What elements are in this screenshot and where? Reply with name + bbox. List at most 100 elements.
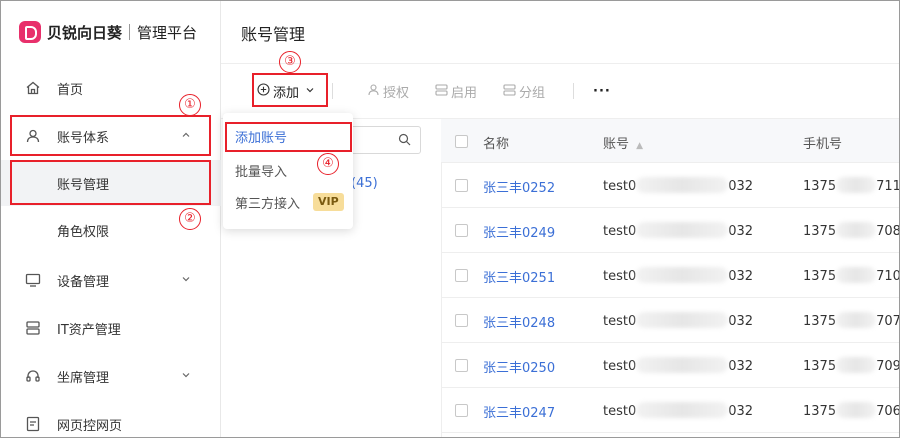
page-title: 账号管理 — [241, 25, 306, 44]
row-checkbox[interactable] — [455, 224, 468, 237]
account-name-link[interactable]: 张三丰0249 — [483, 222, 555, 241]
user-icon — [367, 83, 380, 100]
group-button-label: 分组 — [519, 85, 546, 101]
account-suffix: 032 — [728, 359, 754, 374]
monitor-icon — [24, 271, 42, 289]
account-cell: test0 032 — [603, 312, 753, 329]
group-count[interactable]: (45) — [351, 176, 378, 191]
brand-divider — [129, 24, 131, 40]
annotation-box-4 — [225, 122, 352, 152]
redacted-blur — [836, 357, 877, 373]
annotation-number-2: ② — [179, 208, 201, 230]
sidebar-item-agent-management[interactable]: 坐席管理 — [1, 353, 221, 399]
annotation-number-4: ④ — [317, 153, 339, 175]
enable-button[interactable]: 启用 — [435, 81, 477, 101]
redacted-blur — [836, 177, 877, 193]
account-suffix: 032 — [728, 179, 754, 194]
group-button[interactable]: 分组 — [503, 81, 545, 101]
header-divider — [221, 63, 899, 64]
row-checkbox[interactable] — [455, 404, 468, 417]
row-checkbox[interactable] — [455, 269, 468, 282]
account-name-link[interactable]: 张三丰0250 — [483, 357, 555, 376]
phone-prefix: 1375 — [803, 179, 837, 194]
menu-item-third-party[interactable]: 第三方接入 VIP — [223, 187, 353, 217]
account-name-link[interactable]: 张三丰0247 — [483, 402, 555, 421]
phone-prefix: 1375 — [803, 269, 837, 284]
phone-suffix: 706 — [876, 404, 900, 419]
account-prefix: test0 — [603, 404, 637, 419]
column-header-name: 名称 — [483, 137, 510, 152]
table-row: 张三丰0252 test0 032 1375 711 — [441, 163, 900, 208]
redacted-blur — [636, 357, 729, 373]
row-checkbox[interactable] — [455, 314, 468, 327]
select-all-checkbox[interactable] — [455, 135, 468, 148]
annotation-box-3 — [252, 73, 328, 107]
phone-prefix: 1375 — [803, 224, 837, 239]
more-button[interactable]: ··· — [593, 81, 611, 101]
phone-cell: 1375 711 — [803, 177, 900, 194]
redacted-blur — [636, 267, 729, 283]
row-checkbox[interactable] — [455, 359, 468, 372]
column-header-account[interactable]: 账号 ▲ — [603, 133, 643, 152]
annotation-box-2 — [10, 160, 211, 205]
column-header-label: 账号 — [603, 137, 630, 152]
account-prefix: test0 — [603, 269, 637, 284]
account-cell: test0 032 — [603, 402, 753, 419]
sidebar-item-device-management[interactable]: 设备管理 — [1, 257, 221, 303]
menu-item-label: 第三方接入 — [235, 196, 301, 212]
redacted-blur — [636, 177, 729, 193]
table-row: 张三丰0248 test0 032 1375 707 — [441, 298, 900, 343]
account-suffix: 032 — [728, 269, 754, 284]
annotation-number-1: ① — [179, 94, 201, 116]
phone-prefix: 1375 — [803, 404, 837, 419]
authorize-button[interactable]: 授权 — [367, 81, 409, 101]
group-icon — [503, 83, 516, 100]
phone-cell: 1375 707 — [803, 312, 900, 329]
row-checkbox[interactable] — [455, 179, 468, 192]
annotation-box-1 — [10, 115, 211, 156]
sidebar-item-label: 角色权限 — [57, 224, 110, 240]
chevron-down-icon — [181, 370, 191, 383]
toggle-icon — [435, 83, 448, 100]
sidebar-item-label: 坐席管理 — [57, 370, 110, 386]
table-row: 张三丰0250 test0 032 1375 709 — [441, 343, 900, 388]
phone-suffix: 707 — [876, 314, 900, 329]
account-name-link[interactable]: 张三丰0252 — [483, 177, 555, 196]
sidebar-item-web-control[interactable]: 网页控网页 — [1, 401, 221, 437]
account-prefix: test0 — [603, 179, 637, 194]
sidebar-item-it-assets[interactable]: IT资产管理 — [1, 305, 221, 351]
redacted-blur — [636, 402, 729, 418]
redacted-blur — [836, 222, 877, 238]
phone-cell: 1375 709 — [803, 357, 900, 374]
search-icon — [398, 133, 411, 149]
account-prefix: test0 — [603, 224, 637, 239]
redacted-blur — [636, 312, 729, 328]
phone-suffix: 709 — [876, 359, 900, 374]
account-cell: test0 032 — [603, 177, 753, 194]
enable-button-label: 启用 — [451, 85, 478, 101]
account-cell: test0 032 — [603, 267, 753, 284]
account-name-link[interactable]: 张三丰0251 — [483, 267, 555, 286]
annotation-number-3: ③ — [279, 51, 301, 73]
sidebar-item-label: IT资产管理 — [57, 322, 121, 338]
brand-name: 贝锐向日葵 — [47, 23, 123, 42]
web-page-icon — [24, 415, 42, 433]
sort-icon[interactable]: ▲ — [636, 141, 643, 151]
brand-logo-icon — [19, 21, 41, 43]
phone-suffix: 708 — [876, 224, 900, 239]
toolbar-divider — [332, 83, 333, 99]
redacted-blur — [836, 402, 877, 418]
redacted-blur — [836, 267, 877, 283]
account-prefix: test0 — [603, 314, 637, 329]
phone-cell: 1375 706 — [803, 402, 900, 419]
phone-suffix: 711 — [876, 179, 900, 194]
phone-cell: 1375 708 — [803, 222, 900, 239]
account-name-link[interactable]: 张三丰0248 — [483, 312, 555, 331]
account-prefix: test0 — [603, 359, 637, 374]
redacted-blur — [836, 312, 877, 328]
group-search-input[interactable] — [349, 126, 421, 154]
column-header-phone: 手机号 — [803, 137, 843, 152]
account-cell: test0 032 — [603, 357, 753, 374]
brand-logo[interactable]: 贝锐向日葵 管理平台 — [19, 19, 197, 45]
sidebar-item-label: 网页控网页 — [57, 418, 123, 434]
